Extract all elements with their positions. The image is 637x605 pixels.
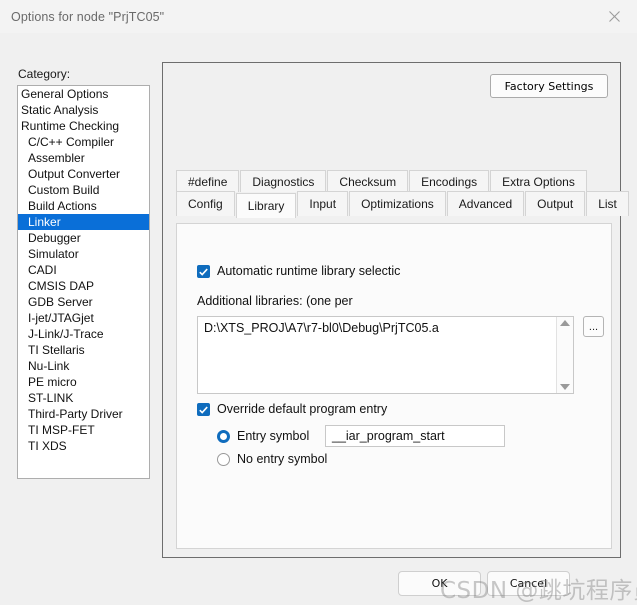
category-item-nu-link[interactable]: Nu-Link [18, 358, 149, 374]
category-item-ti-stellaris[interactable]: TI Stellaris [18, 342, 149, 358]
no-entry-symbol-label: No entry symbol [237, 452, 328, 466]
category-item-cadi[interactable]: CADI [18, 262, 149, 278]
override-default-program-entry-checkbox[interactable] [197, 403, 210, 416]
additional-libraries-scrollbar[interactable] [556, 317, 573, 393]
category-item-linker[interactable]: Linker [18, 214, 149, 230]
window-title: Options for node "PrjTC05" [11, 9, 165, 24]
override-default-program-entry-label: Override default program entry [217, 402, 388, 416]
close-icon [609, 10, 620, 22]
entry-symbol-label: Entry symbol [237, 429, 310, 443]
tab-input[interactable]: Input [297, 191, 349, 216]
category-item-pe-micro[interactable]: PE micro [18, 374, 149, 390]
close-button[interactable] [592, 0, 637, 32]
category-item-ti-msp-fet[interactable]: TI MSP-FET [18, 422, 149, 438]
category-item-debugger[interactable]: Debugger [18, 230, 149, 246]
tab-row-bottom: Config Library Input Optimizations Advanced O… [176, 191, 629, 218]
tab-page-library: Automatic runtime library selectic Addit… [176, 223, 612, 549]
category-label: Category: [18, 67, 71, 81]
entry-symbol-radio-row[interactable]: Entry symbol [217, 429, 309, 443]
browse-libraries-button[interactable]: ... [583, 316, 604, 337]
tab-encodings[interactable]: Encodings [409, 170, 490, 192]
no-entry-symbol-radio-row[interactable]: No entry symbol [217, 452, 327, 466]
additional-libraries-label: Additional libraries: (one per [197, 294, 353, 308]
additional-libraries-textarea[interactable]: D:\XTS_PROJ\A7\r7-bl0\Debug\PrjTC05.a [197, 316, 574, 394]
tab-strip: #define Diagnostics Checksum Encodings Extra… [176, 168, 629, 218]
automatic-runtime-library-checkbox[interactable] [197, 265, 210, 278]
tab-output[interactable]: Output [525, 191, 586, 216]
tab-extra-options[interactable]: Extra Options [490, 170, 587, 192]
tab-row-top: #define Diagnostics Checksum Encodings Extra… [176, 168, 612, 192]
scroll-down-arrow-icon[interactable] [560, 384, 570, 390]
automatic-runtime-library-label: Automatic runtime library selectic [217, 264, 401, 278]
automatic-runtime-library-row[interactable]: Automatic runtime library selectic [197, 264, 400, 278]
title-bar: Options for node "PrjTC05" [0, 0, 637, 34]
factory-settings-button[interactable]: Factory Settings [490, 74, 608, 98]
tab-define[interactable]: #define [176, 170, 240, 192]
category-item-build-actions[interactable]: Build Actions [18, 198, 149, 214]
tab-list[interactable]: List [586, 191, 629, 216]
tab-checksum[interactable]: Checksum [327, 170, 409, 192]
category-item-ti-xds[interactable]: TI XDS [18, 438, 149, 454]
entry-symbol-input[interactable]: __iar_program_start [325, 425, 505, 447]
category-list[interactable]: General Options Static Analysis Runtime Ch… [17, 85, 150, 479]
tab-optimizations[interactable]: Optimizations [349, 191, 446, 216]
category-item-output-converter[interactable]: Output Converter [18, 166, 149, 182]
additional-libraries-value: D:\XTS_PROJ\A7\r7-bl0\Debug\PrjTC05.a [204, 321, 439, 335]
category-item-custom-build[interactable]: Custom Build [18, 182, 149, 198]
tab-config[interactable]: Config [176, 191, 235, 216]
category-item-gdb-server[interactable]: GDB Server [18, 294, 149, 310]
tab-diagnostics[interactable]: Diagnostics [240, 170, 327, 192]
category-item-simulator[interactable]: Simulator [18, 246, 149, 262]
category-item-cmsis-dap[interactable]: CMSIS DAP [18, 278, 149, 294]
tab-advanced[interactable]: Advanced [446, 191, 525, 216]
no-entry-symbol-radio[interactable] [217, 452, 230, 466]
category-item-static-analysis[interactable]: Static Analysis [18, 102, 149, 118]
scroll-up-arrow-icon[interactable] [560, 320, 570, 326]
category-item-general-options[interactable]: General Options [18, 86, 149, 102]
override-default-program-entry-row[interactable]: Override default program entry [197, 402, 387, 416]
options-panel: Factory Settings #define Diagnostics Check… [162, 62, 629, 558]
category-item-i-jet-jtagjet[interactable]: I-jet/JTAGjet [18, 310, 149, 326]
category-item-j-link-j-trace[interactable]: J-Link/J-Trace [18, 326, 149, 342]
dialog-body: Category: General Options Static Analysis… [0, 33, 637, 604]
category-item-st-link[interactable]: ST-LINK [18, 390, 149, 406]
category-item-assembler[interactable]: Assembler [18, 150, 149, 166]
category-item-runtime-checking[interactable]: Runtime Checking [18, 118, 149, 134]
category-item-third-party-driver[interactable]: Third-Party Driver [18, 406, 149, 422]
category-item-c-c-compiler[interactable]: C/C++ Compiler [18, 134, 149, 150]
tab-library[interactable]: Library [235, 193, 297, 218]
entry-symbol-radio[interactable] [217, 429, 230, 443]
